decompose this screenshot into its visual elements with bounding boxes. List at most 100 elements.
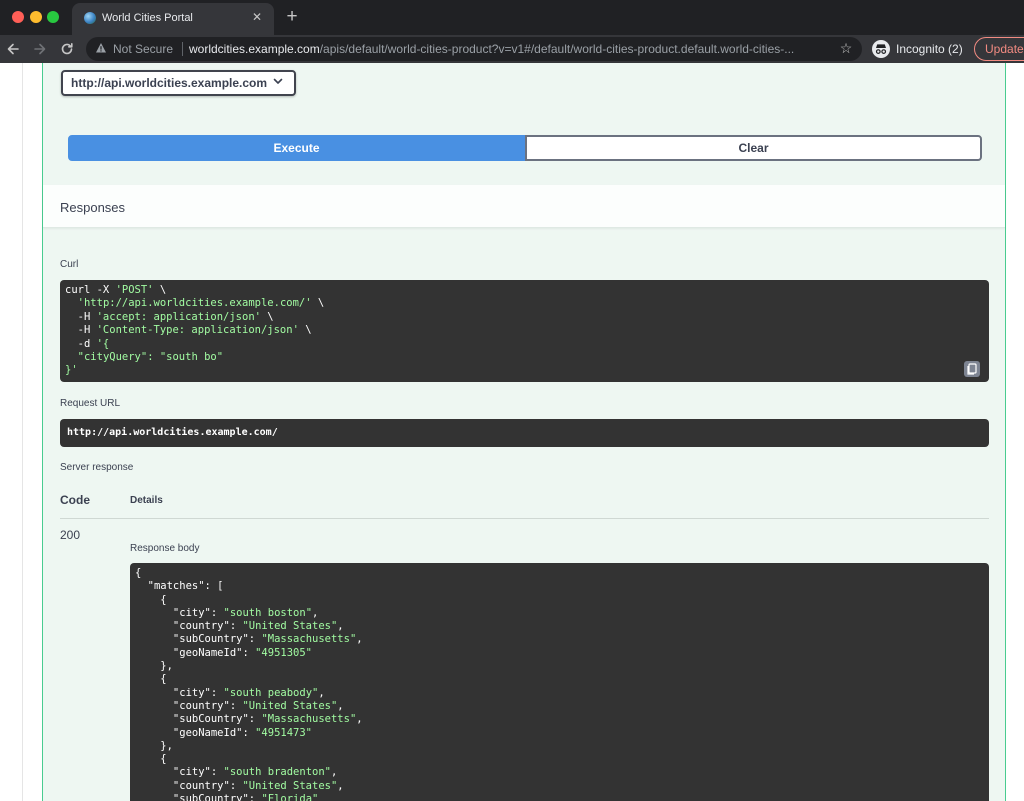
update-browser-button[interactable]: Update: [974, 37, 1024, 61]
column-header-code: Code: [60, 493, 90, 507]
tab-close-icon[interactable]: ✕: [248, 8, 266, 26]
json-string-value: "United States": [242, 699, 338, 712]
curl-line: }': [65, 364, 324, 377]
page-left-divider: [22, 63, 23, 801]
curl-string: 'POST': [115, 284, 154, 296]
maximize-window-button[interactable]: [47, 11, 59, 23]
response-line: },: [135, 660, 363, 673]
minimize-window-button[interactable]: [30, 11, 42, 23]
curl-line: "cityQuery": "south bo": [65, 351, 324, 364]
curl-text: \: [153, 284, 167, 296]
server-select[interactable]: http://api.worldcities.example.com: [61, 70, 296, 96]
back-arrow-icon[interactable]: [3, 39, 23, 59]
response-line: "city": "south bradenton",: [135, 766, 363, 779]
response-line: {: [135, 753, 363, 766]
json-punct: ,: [337, 699, 344, 712]
curl-code: curl -X 'POST' \ 'http://api.worldcities…: [65, 284, 324, 378]
response-line: "matches": [: [135, 580, 363, 593]
response-line: {: [135, 673, 363, 686]
json-punct: {: [135, 593, 167, 606]
json-punct: ,: [312, 606, 319, 619]
copy-to-clipboard-icon[interactable]: [964, 361, 980, 377]
json-key: "subCountry":: [135, 633, 262, 646]
curl-line: 'http://api.worldcities.example.com/' \: [65, 297, 325, 310]
json-string-value: "4951473": [255, 726, 313, 739]
json-string-value: "Florida": [261, 793, 319, 801]
response-table-divider: [60, 518, 989, 519]
browser-tab[interactable]: World Cities Portal ✕: [72, 3, 274, 35]
json-punct: ,: [318, 686, 325, 699]
json-key: "city":: [135, 606, 224, 619]
response-line: "subCountry": "Florida": [135, 793, 363, 801]
response-line: },: [135, 740, 363, 753]
operation-panel: http://api.worldcities.example.com Execu…: [42, 63, 1006, 801]
address-bar[interactable]: Not Secure worldcities.example.com/apis/…: [86, 37, 862, 61]
json-punct: ,: [356, 633, 363, 646]
execute-button[interactable]: Execute: [68, 135, 525, 161]
reload-icon[interactable]: [57, 39, 77, 59]
response-line: {: [135, 567, 363, 580]
json-punct: },: [135, 739, 173, 752]
json-string-value: "Massachusetts": [261, 713, 357, 726]
security-status[interactable]: Not Secure: [113, 42, 173, 56]
close-window-button[interactable]: [12, 11, 24, 23]
json-punct: ,: [337, 620, 344, 633]
curl-text: \: [298, 324, 312, 337]
json-punct: ,: [356, 713, 363, 726]
json-punct: {: [135, 753, 167, 766]
curl-line: -H 'accept: application/json' \: [65, 311, 324, 324]
incognito-icon: [872, 40, 890, 58]
request-url-value: http://api.worldcities.example.com/: [67, 427, 278, 438]
curl-string: 'Content-Type: application/json': [96, 324, 299, 337]
json-string-value: "United States": [242, 779, 338, 792]
column-header-details: Details: [130, 495, 163, 506]
request-url-label: Request URL: [60, 398, 121, 409]
json-key: "city":: [135, 766, 224, 779]
curl-string: }': [65, 364, 78, 377]
forward-arrow-icon[interactable]: [30, 39, 50, 59]
curl-text: [65, 297, 78, 309]
bookmark-star-icon[interactable]: ☆: [838, 40, 854, 56]
responses-header: Responses: [43, 185, 1005, 228]
page-content: http://api.worldcities.example.com Execu…: [0, 63, 1024, 801]
json-string-value: "4951305": [255, 646, 313, 659]
json-string-value: "south boston": [223, 606, 313, 619]
incognito-profile-button[interactable]: Incognito (2): [868, 37, 968, 61]
browser-chrome: World Cities Portal ✕ + Not Secure world…: [0, 0, 1024, 63]
response-line: "country": "United States",: [135, 780, 363, 793]
execute-button-group: Execute Clear: [68, 135, 982, 161]
response-body-code: { "matches": [ { "city": "south boston",…: [135, 567, 363, 801]
clear-button[interactable]: Clear: [525, 135, 982, 161]
server-select-value: http://api.worldcities.example.com: [71, 76, 268, 90]
curl-label: Curl: [60, 259, 79, 270]
json-key: "country":: [135, 779, 243, 792]
curl-text: \: [260, 310, 274, 323]
json-key: "city":: [135, 686, 224, 699]
json-key: "subCountry":: [135, 713, 262, 726]
response-line: "geoNameId": "4951473": [135, 727, 363, 740]
json-string-value: "United States": [242, 620, 338, 633]
json-key: "subCountry":: [135, 793, 262, 801]
curl-line: -H 'Content-Type: application/json' \: [65, 324, 324, 337]
curl-code-block[interactable]: curl -X 'POST' \ 'http://api.worldcities…: [60, 280, 989, 382]
curl-string: '{: [96, 337, 110, 350]
json-punct: ,: [330, 766, 338, 779]
response-line: "subCountry": "Massachusetts",: [135, 713, 363, 726]
server-response-label: Server response: [60, 462, 134, 473]
url-text[interactable]: worldcities.example.com/apis/default/wor…: [189, 42, 833, 56]
response-line: {: [135, 594, 363, 607]
chevron-down-icon: [273, 78, 283, 84]
incognito-label: Incognito (2): [896, 42, 963, 56]
json-punct: ,: [337, 779, 344, 792]
json-key: "country":: [135, 620, 243, 633]
json-string-value: "south bradenton": [223, 766, 331, 779]
json-punct: {: [135, 673, 167, 686]
new-tab-button[interactable]: +: [282, 6, 302, 28]
browser-toolbar: Not Secure worldcities.example.com/apis/…: [0, 35, 1024, 63]
curl-text: -d: [65, 337, 97, 350]
response-line: "city": "south boston",: [135, 607, 363, 620]
json-punct: {: [135, 567, 142, 579]
tab-strip: World Cities Portal ✕ +: [0, 0, 1024, 35]
response-body-block[interactable]: { "matches": [ { "city": "south boston",…: [130, 563, 989, 801]
response-line: "geoNameId": "4951305": [135, 647, 363, 660]
